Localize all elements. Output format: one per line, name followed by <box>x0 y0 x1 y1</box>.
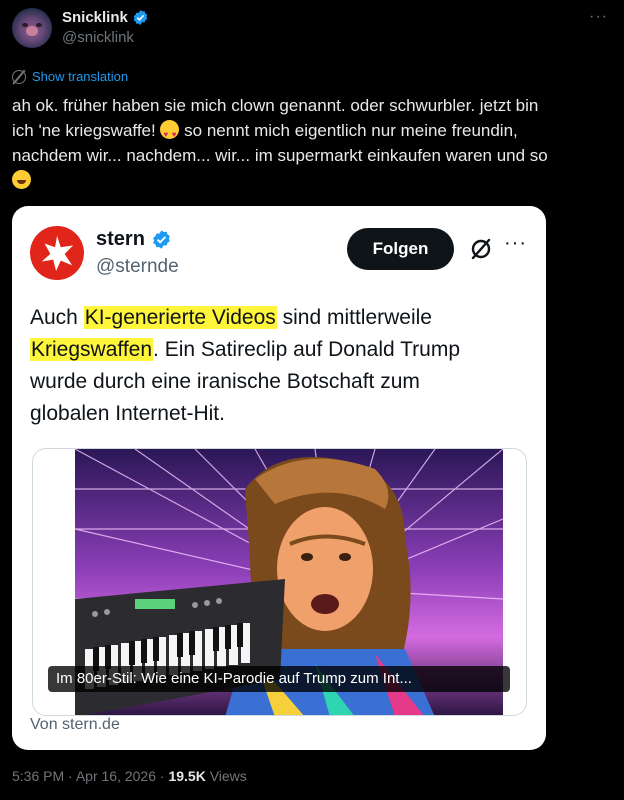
stern-star-logo-icon <box>41 235 74 272</box>
tweet-line-1: ah ok. früher haben sie mich clown genan… <box>12 96 539 115</box>
post-time[interactable]: 5:36 PM <box>12 768 64 784</box>
grok-icon[interactable] <box>468 236 494 262</box>
avatar-nose <box>26 26 38 36</box>
quote-more-icon[interactable]: ··· <box>504 232 527 255</box>
quote-highlight-1: KI-generierte Videos <box>83 306 277 329</box>
post-meta: 5:36 PM · Apr 16, 2026 · 19.5K Views <box>12 768 247 784</box>
verified-badge-icon <box>133 10 148 25</box>
quote-display-name[interactable]: stern <box>96 228 145 251</box>
meta-separator: · <box>68 768 73 784</box>
tweet-line-2a: ich 'ne kriegswaffe! <box>12 121 161 140</box>
link-preview-caption[interactable]: Im 80er-Stil: Wie eine KI-Parodie auf Tr… <box>48 666 510 692</box>
link-preview-source[interactable]: Von stern.de <box>30 716 120 734</box>
quote-handle[interactable]: @sternde <box>96 256 179 278</box>
author-avatar[interactable] <box>12 8 52 48</box>
author-name-row[interactable]: Snicklink <box>62 9 149 26</box>
meta-separator-2: · <box>159 768 165 784</box>
author-display-name[interactable]: Snicklink <box>62 9 128 26</box>
quote-text-4: wurde durch eine iranische Botschaft zum <box>30 370 420 393</box>
views-label: Views <box>209 768 247 784</box>
stern-avatar[interactable] <box>30 226 84 280</box>
quote-author-name-row[interactable]: stern <box>96 228 172 251</box>
tweet-line-2b: so nennt mich eigentlich nur meine freun… <box>179 121 518 140</box>
quote-text-1: Auch <box>30 306 84 329</box>
quote-highlight-2: Kriegswaffen <box>30 338 154 361</box>
show-translation-link[interactable]: Show translation <box>12 69 128 84</box>
translate-icon <box>12 69 26 84</box>
author-handle[interactable]: @snicklink <box>62 29 134 46</box>
quote-text-2: sind mittlerweile <box>276 306 432 329</box>
rolling-laughing-emoji-icon <box>12 170 31 189</box>
tweet-text: ah ok. früher haben sie mich clown genan… <box>12 93 612 193</box>
follow-button[interactable]: Folgen <box>347 228 454 270</box>
avatar-eye-right <box>36 23 42 27</box>
quoted-post-card[interactable]: stern @sternde Folgen ··· Auch KI-generi… <box>12 206 546 750</box>
quote-text: Auch KI-generierte Videos sind mittlerwe… <box>30 302 530 430</box>
views-count: 19.5K <box>168 768 206 784</box>
quote-text-5: globalen Internet-Hit. <box>30 402 225 425</box>
quote-text-3: . Ein Satireclip auf Donald Trump <box>153 338 461 361</box>
quote-verified-badge-icon <box>153 230 170 249</box>
show-translation-label: Show translation <box>32 69 129 84</box>
tweet-line-3: nachdem wir... nachdem... wir... im supe… <box>12 146 548 165</box>
post-date[interactable]: Apr 16, 2026 <box>76 768 156 784</box>
more-horizontal-icon[interactable]: ··· <box>589 8 608 26</box>
heart-eyes-emoji-icon <box>160 120 180 147</box>
post-header: Snicklink @snicklink ··· <box>12 8 612 52</box>
